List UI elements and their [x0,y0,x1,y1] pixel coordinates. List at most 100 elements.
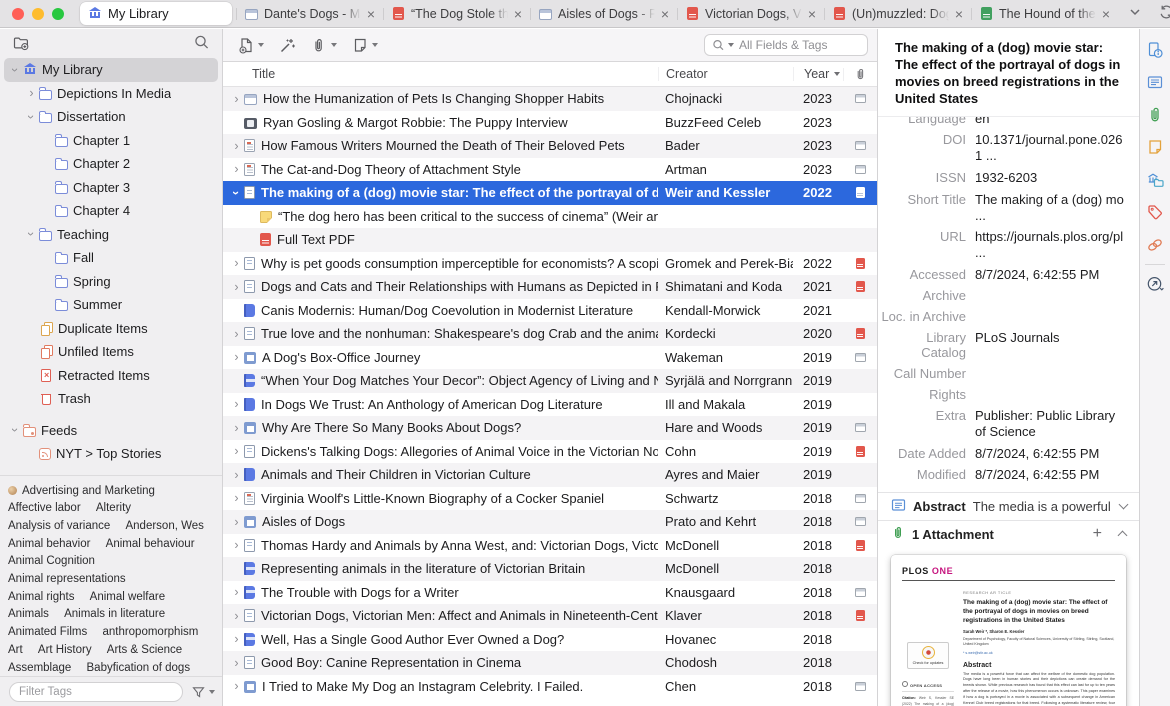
twisty-icon[interactable] [229,350,244,364]
item-row[interactable]: “When Your Dog Matches Your Decor”: Obje… [223,369,877,393]
twisty-icon[interactable] [24,86,39,100]
column-header-creator[interactable]: Creator [658,67,793,81]
collection-row[interactable]: Chapter 2 [4,152,218,176]
item-row[interactable]: True love and the nonhuman: Shakespeare'… [223,322,877,346]
item-row[interactable]: Why Are There So Many Books About Dogs? … [223,416,877,440]
tag[interactable]: Affective labor [8,500,81,518]
twisty-icon[interactable] [229,491,244,505]
tag[interactable]: Animal behaviour [106,536,195,554]
twisty-icon[interactable] [229,538,244,552]
collection-row[interactable]: Teaching [4,223,218,247]
item-row[interactable]: Ryan Gosling & Margot Robbie: The Puppy … [223,111,877,135]
twisty-icon[interactable] [229,139,244,153]
twisty-icon[interactable] [229,632,244,646]
field-row[interactable]: DOI 10.1371/journal.pone.0261 ... [878,130,1139,168]
item-row[interactable]: Why is pet goods consumption imperceptib… [223,252,877,276]
minimize-window-button[interactable] [32,7,44,20]
item-row[interactable]: Dickens's Talking Dogs: Allegories of An… [223,440,877,464]
twisty-icon[interactable] [229,186,244,200]
abstract-section[interactable]: Abstract The media is a powerful forc... [878,491,1139,520]
tag[interactable]: Animals in literature [64,606,165,624]
item-row[interactable]: Good Boy: Canine Representation in Cinem… [223,651,877,675]
related-icon[interactable] [1145,235,1165,254]
zoom-window-button[interactable] [52,7,64,20]
locate-icon[interactable] [1145,274,1165,293]
twisty-icon[interactable] [229,468,244,482]
field-row[interactable]: Date Added 8/7/2024, 6:42:55 PM [878,443,1139,465]
pdf-preview[interactable]: PLOS ONE Check for updates OPEN ACCESS C… [891,554,1126,706]
collection-row[interactable]: Dissertation [4,105,218,129]
tag[interactable]: Animals [8,606,49,624]
tag[interactable]: anthropomorphism [102,624,198,642]
tab[interactable]: Victorian Dogs, Vict [677,0,824,28]
tab[interactable]: Aisles of Dogs - Pra [530,0,677,28]
twisty-icon[interactable] [229,92,244,106]
new-note-button[interactable] [347,35,382,56]
items-search-field[interactable] [704,34,868,56]
tags-icon[interactable] [1145,203,1165,222]
twisty-icon[interactable] [229,585,244,599]
collection-row[interactable]: My Library [4,58,218,82]
items-search-input[interactable] [737,37,860,53]
item-row[interactable]: Full Text PDF [223,228,877,252]
field-value[interactable]: The making of a (dog) mo ... [975,192,1129,224]
tab-list-chevron-icon[interactable] [1128,5,1142,22]
tag[interactable]: Advertising and Marketing [8,483,155,501]
tag[interactable]: Animal welfare [90,589,165,607]
twisty-icon[interactable] [229,280,244,294]
column-header-year[interactable]: Year [793,67,843,81]
collection-row[interactable]: Summer [4,293,218,317]
twisty-icon[interactable] [229,679,244,693]
add-by-identifier-button[interactable] [274,35,300,56]
item-row[interactable]: Canis Modernis: Human/Dog Coevolution in… [223,299,877,323]
twisty-icon[interactable] [24,227,39,241]
twisty-icon[interactable] [229,609,244,623]
field-row[interactable]: Call Number [878,363,1139,384]
twisty-icon[interactable] [8,63,23,77]
column-header-title[interactable]: Title [223,67,658,81]
sync-icon[interactable] [1158,4,1170,23]
tag[interactable]: Animal behavior [8,536,90,554]
tag[interactable]: Babyfication of dogs [87,660,191,676]
item-row[interactable]: A Dog's Box-Office Journey Wakeman 2019 [223,346,877,370]
item-row[interactable]: “The dog hero has been critical to the s… [223,205,877,229]
collection-row[interactable]: Chapter 1 [4,129,218,153]
field-row[interactable]: URL https://journals.plos.org/pl ... [878,226,1139,264]
tag[interactable]: Animated Films [8,624,87,642]
item-row[interactable]: How Famous Writers Mourned the Death of … [223,134,877,158]
search-scope-chevron-icon[interactable] [728,43,734,47]
item-row[interactable]: Representing animals in the literature o… [223,557,877,581]
twisty-icon[interactable] [229,397,244,411]
collection-row[interactable]: Duplicate Items [4,317,218,341]
close-window-button[interactable] [12,7,24,20]
twisty-icon[interactable] [229,421,244,435]
twisty-icon[interactable] [229,515,244,529]
field-row[interactable]: ISSN 1932-6203 [878,167,1139,189]
collection-row[interactable]: Trash [4,387,218,411]
tab[interactable]: “The Dog Stole the F [383,0,530,28]
twisty-icon[interactable] [229,656,244,670]
field-row[interactable]: Extra Publisher: Public Library of Scien… [878,405,1139,443]
expand-abstract-chevron-icon[interactable] [1118,499,1129,510]
field-row[interactable]: Loc. in Archive [878,307,1139,328]
twisty-icon[interactable] [8,423,23,437]
collection-row[interactable]: Feeds [4,419,218,443]
field-value[interactable]: 10.1371/journal.pone.0261 ... [975,132,1129,164]
tab[interactable]: The Hound of the Ba [971,0,1118,28]
tag[interactable]: Animal representations [8,571,126,589]
item-row[interactable]: The making of a (dog) movie star: The ef… [223,181,877,205]
tag[interactable]: Analysis of variance [8,518,110,536]
attachments-section-header[interactable]: 1 Attachment + [878,519,1139,548]
field-value[interactable]: 8/7/2024, 6:42:55 PM [975,467,1129,483]
field-value[interactable]: PLoS Journals [975,330,1129,346]
tag[interactable]: Art [8,642,23,660]
field-value[interactable]: https://journals.plos.org/pl ... [975,229,1129,261]
field-row[interactable]: Modified 8/7/2024, 6:42:55 PM [878,464,1139,486]
field-row[interactable]: Accessed 8/7/2024, 6:42:55 PM [878,264,1139,286]
field-value[interactable]: 8/7/2024, 6:42:55 PM [975,446,1129,462]
item-row[interactable]: Dogs and Cats and Their Relationships wi… [223,275,877,299]
field-row[interactable]: Language en [878,117,1139,130]
tab-close-icon[interactable] [367,7,375,21]
tag[interactable]: Assemblage [8,660,71,676]
collection-row[interactable]: Unfiled Items [4,340,218,364]
